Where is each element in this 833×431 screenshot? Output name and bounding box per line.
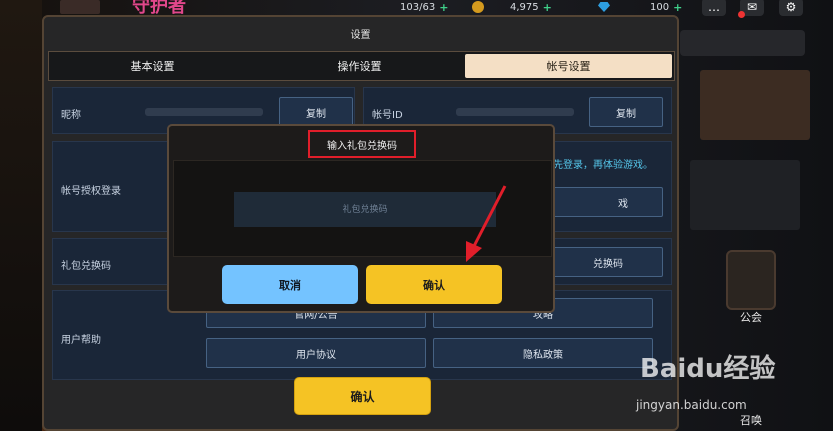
baidu-watermark-logo: Baidu经验: [640, 354, 776, 384]
baidu-watermark-url: jingyan.baidu.com: [636, 398, 747, 412]
